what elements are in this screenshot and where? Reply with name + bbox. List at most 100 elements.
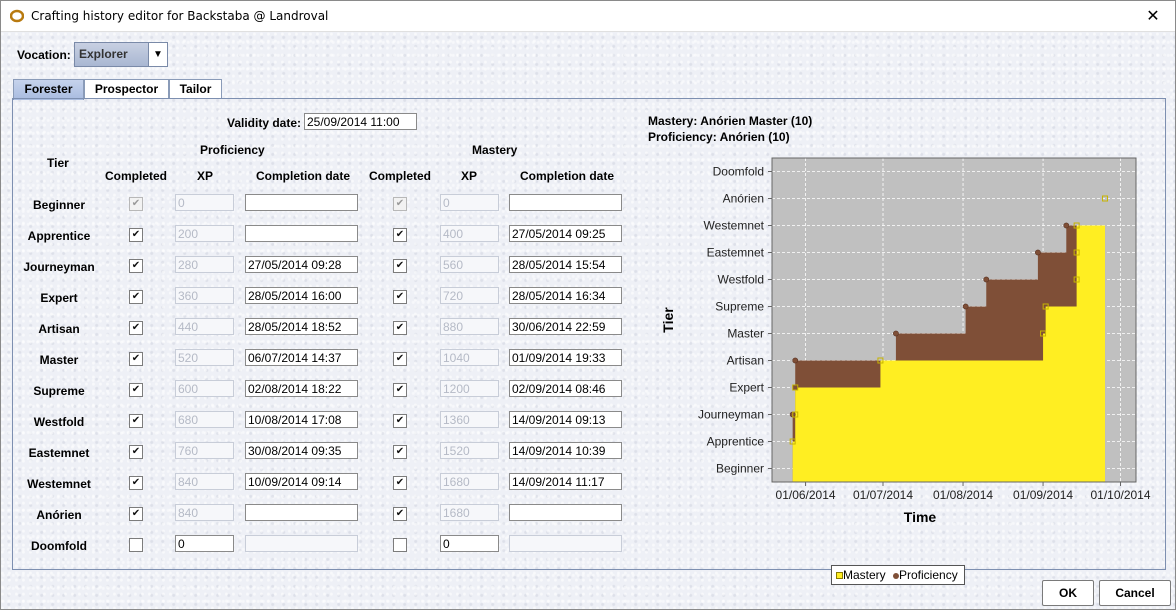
- mastery-date-field[interactable]: [509, 194, 622, 211]
- proficiency-completed-checkbox[interactable]: [129, 538, 143, 552]
- mastery-date-field[interactable]: 14/09/2014 09:13: [509, 411, 622, 428]
- mastery-xp-field: 880: [440, 318, 499, 335]
- proficiency-date-field[interactable]: 02/08/2014 18:22: [245, 380, 358, 397]
- mastery-completed-checkbox[interactable]: [393, 538, 407, 552]
- tab-prospector[interactable]: Prospector: [84, 79, 169, 99]
- legend-proficiency: Proficiency: [893, 568, 958, 582]
- mastery-completed-header: Completed: [369, 169, 432, 183]
- tab-tailor[interactable]: Tailor: [169, 79, 222, 99]
- validity-date-field[interactable]: 25/09/2014 11:00: [304, 113, 417, 130]
- proficiency-completed-checkbox[interactable]: ✔: [129, 321, 143, 335]
- proficiency-date-field[interactable]: [245, 225, 358, 242]
- mastery-completed-checkbox[interactable]: ✔: [393, 290, 407, 304]
- proficiency-completed-checkbox[interactable]: ✔: [129, 445, 143, 459]
- proficiency-date-field[interactable]: 28/05/2014 18:52: [245, 318, 358, 335]
- proficiency-completed-checkbox[interactable]: ✔: [129, 259, 143, 273]
- proficiency-completed-checkbox[interactable]: ✔: [129, 383, 143, 397]
- proficiency-date-field[interactable]: 06/07/2014 14:37: [245, 349, 358, 366]
- mastery-date-field[interactable]: 02/09/2014 08:46: [509, 380, 622, 397]
- mastery-completed-checkbox[interactable]: ✔: [393, 383, 407, 397]
- proficiency-date-field[interactable]: [245, 504, 358, 521]
- crafting-history-window: Crafting history editor for Backstaba @ …: [0, 0, 1176, 610]
- tier-label: Anórien: [36, 508, 82, 522]
- proficiency-point: [983, 276, 990, 283]
- proficiency-date-field[interactable]: 10/08/2014 17:08: [245, 411, 358, 428]
- proficiency-xp-field: 0: [175, 194, 234, 211]
- mastery-date-field[interactable]: [509, 504, 622, 521]
- mastery-date-field: [509, 535, 622, 552]
- tab-forester[interactable]: Forester: [13, 79, 84, 100]
- chevron-down-icon[interactable]: ▼: [148, 43, 167, 66]
- proficiency-point: [792, 357, 799, 364]
- x-tick-label: 01/09/2014: [1013, 488, 1073, 502]
- y-axis-label: Tier: [660, 307, 676, 333]
- cancel-button[interactable]: Cancel: [1099, 580, 1171, 606]
- close-button[interactable]: ✕: [1131, 1, 1175, 31]
- x-tick-label: 01/10/2014: [1090, 488, 1150, 502]
- proficiency-completed-checkbox[interactable]: ✔: [129, 414, 143, 428]
- proficiency-completed-checkbox[interactable]: ✔: [129, 352, 143, 366]
- y-tick-label: Anórien: [723, 192, 764, 206]
- ok-button[interactable]: OK: [1042, 580, 1094, 606]
- y-tick-label: Doomfold: [713, 165, 764, 179]
- mastery-date-field[interactable]: 30/06/2014 22:59: [509, 318, 622, 335]
- mastery-date-field[interactable]: 28/05/2014 16:34: [509, 287, 622, 304]
- proficiency-completed-checkbox[interactable]: ✔: [129, 290, 143, 304]
- proficiency-xp-field: 760: [175, 442, 234, 459]
- mastery-xp-header: XP: [461, 169, 478, 183]
- mastery-completed-checkbox[interactable]: ✔: [393, 228, 407, 242]
- x-tick-label: 01/08/2014: [933, 488, 993, 502]
- y-tick-label: Eastemnet: [707, 246, 765, 260]
- tier-label: Westfold: [33, 415, 85, 429]
- proficiency-date-field[interactable]: 28/05/2014 16:00: [245, 287, 358, 304]
- mastery-completed-checkbox[interactable]: ✔: [393, 445, 407, 459]
- proficiency-completed-checkbox[interactable]: ✔: [129, 228, 143, 242]
- proficiency-date-field[interactable]: 30/08/2014 09:35: [245, 442, 358, 459]
- mastery-completed-checkbox[interactable]: ✔: [393, 321, 407, 335]
- mastery-completed-checkbox[interactable]: ✔: [393, 507, 407, 521]
- mastery-date-field[interactable]: 14/09/2014 11:17: [509, 473, 622, 490]
- proficiency-completed-checkbox[interactable]: ✔: [129, 476, 143, 490]
- tier-label: Supreme: [33, 384, 85, 398]
- mastery-date-field[interactable]: 01/09/2014 19:33: [509, 349, 622, 366]
- proficiency-date-field[interactable]: 10/09/2014 09:14: [245, 473, 358, 490]
- tier-label: Journeyman: [23, 260, 95, 274]
- tier-header: Tier: [47, 156, 69, 170]
- proficiency-xp-field: 840: [175, 504, 234, 521]
- title-bar: Crafting history editor for Backstaba @ …: [1, 1, 1175, 32]
- mastery-xp-field: 1200: [440, 380, 499, 397]
- y-tick-label: Expert: [729, 381, 764, 395]
- tier-label: Eastemnet: [28, 446, 90, 460]
- mastery-xp-field: 0: [440, 194, 499, 211]
- window-title: Crafting history editor for Backstaba @ …: [31, 9, 329, 23]
- proficiency-date-header: Completion date: [256, 169, 351, 183]
- mastery-xp-field: 1680: [440, 504, 499, 521]
- y-tick-label: Supreme: [715, 300, 764, 314]
- proficiency-date-field[interactable]: 27/05/2014 09:28: [245, 256, 358, 273]
- mastery-date-field[interactable]: 27/05/2014 09:25: [509, 225, 622, 242]
- mastery-completed-checkbox[interactable]: ✔: [393, 414, 407, 428]
- tier-label: Beginner: [32, 198, 85, 212]
- tier-label: Doomfold: [31, 539, 87, 553]
- y-tick-label: Apprentice: [707, 435, 765, 449]
- mastery-summary: Mastery: Anórien Master (10): [648, 114, 813, 128]
- mastery-xp-field: 1520: [440, 442, 499, 459]
- app-ring-icon: [10, 9, 24, 23]
- mastery-date-field[interactable]: 14/09/2014 10:39: [509, 442, 622, 459]
- proficiency-xp-field: 680: [175, 411, 234, 428]
- mastery-completed-checkbox[interactable]: ✔: [393, 352, 407, 366]
- legend-proficiency-label: Proficiency: [899, 568, 958, 582]
- mastery-completed-checkbox[interactable]: ✔: [393, 259, 407, 273]
- mastery-date-field[interactable]: 28/05/2014 15:54: [509, 256, 622, 273]
- proficiency-xp-field: 600: [175, 380, 234, 397]
- proficiency-date-field[interactable]: [245, 194, 358, 211]
- proficiency-point: [1063, 222, 1070, 229]
- mastery-completed-checkbox[interactable]: ✔: [393, 476, 407, 490]
- proficiency-completed-checkbox[interactable]: ✔: [129, 507, 143, 521]
- proficiency-completed-checkbox: ✔: [129, 197, 143, 211]
- vocation-select[interactable]: Explorer ▼: [74, 42, 168, 67]
- proficiency-point: [792, 384, 799, 391]
- proficiency-xp-field[interactable]: 0: [175, 535, 234, 552]
- mastery-xp-field[interactable]: 0: [440, 535, 499, 552]
- mastery-date-header: Completion date: [520, 169, 615, 183]
